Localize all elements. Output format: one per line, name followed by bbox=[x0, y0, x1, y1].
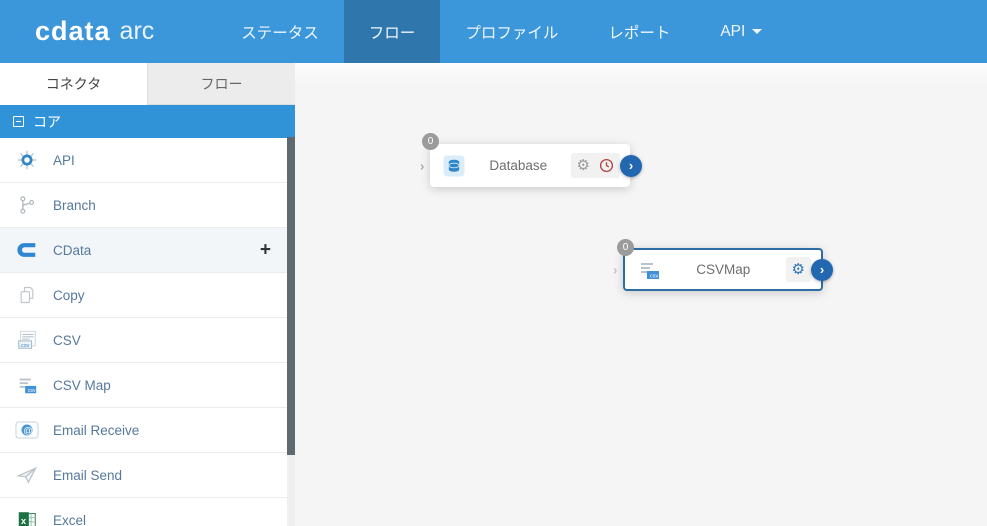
connector-label: CSV Map bbox=[53, 377, 111, 393]
connector-label: Email Receive bbox=[53, 422, 140, 438]
csv-map-icon: csv bbox=[637, 258, 661, 282]
database-icon bbox=[442, 154, 466, 178]
nav-item-flow[interactable]: フロー bbox=[343, 0, 441, 63]
nav-item-label: API bbox=[720, 22, 746, 40]
nav-item-status[interactable]: ステータス bbox=[216, 0, 344, 63]
connector-label: Copy bbox=[53, 287, 85, 303]
node-output-button[interactable]: › bbox=[811, 258, 833, 281]
connector-item-excel[interactable]: x Excel bbox=[0, 498, 287, 526]
sidebar: コネクタ フロー コア API Branch CData + Copy .csv… bbox=[0, 63, 295, 526]
nav-item-report[interactable]: レポート bbox=[583, 0, 695, 63]
nav-item-label: プロファイル bbox=[465, 24, 559, 42]
sidebar-scrollbar-track[interactable] bbox=[287, 137, 295, 526]
tab-flow[interactable]: フロー bbox=[148, 63, 295, 105]
connector-list: API Branch CData + Copy .csv CSV csv CSV… bbox=[0, 138, 287, 526]
flow-node-database[interactable]: 0 › Database ⚙ › bbox=[420, 133, 642, 187]
connector-item-cdata[interactable]: CData + bbox=[0, 228, 287, 273]
sidebar-section-core[interactable]: コア bbox=[0, 105, 295, 138]
node-title: CSVMap bbox=[696, 262, 751, 277]
nav-item-profile[interactable]: プロファイル bbox=[440, 0, 583, 63]
connector-label: Email Send bbox=[53, 467, 123, 483]
message-count-badge: 0 bbox=[617, 239, 634, 256]
connector-item-copy[interactable]: Copy bbox=[0, 273, 287, 318]
flow-canvas[interactable]: 0 › Database ⚙ › 0 › csv CSVMap ⚙ › bbox=[295, 63, 987, 526]
svg-text:csv: csv bbox=[28, 388, 36, 394]
connector-item-csv[interactable]: .csv CSV bbox=[0, 318, 287, 363]
cdata-logo-icon bbox=[14, 238, 40, 262]
copy-documents-icon bbox=[14, 283, 40, 307]
top-navbar: cdata arc ステータス フロー プロファイル レポート API bbox=[0, 0, 987, 63]
sidebar-tabs: コネクタ フロー bbox=[0, 63, 295, 105]
nav-item-label: ステータス bbox=[241, 24, 319, 42]
flow-node-csvmap[interactable]: 0 › csv CSVMap ⚙ › bbox=[613, 239, 833, 291]
email-receive-icon: @ bbox=[14, 418, 40, 442]
svg-text:@: @ bbox=[23, 426, 33, 437]
csv-map-icon: csv bbox=[14, 373, 40, 397]
connector-label: Excel bbox=[53, 512, 87, 526]
node-input-chevron-icon: › bbox=[613, 262, 618, 277]
connector-label: API bbox=[53, 152, 75, 168]
section-label: コア bbox=[33, 113, 61, 130]
email-send-icon bbox=[14, 463, 40, 487]
svg-text:.csv: .csv bbox=[20, 343, 30, 349]
tab-connectors[interactable]: コネクタ bbox=[0, 63, 148, 105]
connector-item-email-send[interactable]: Email Send bbox=[0, 453, 287, 498]
message-count-badge: 0 bbox=[422, 133, 439, 150]
svg-text:csv: csv bbox=[650, 273, 659, 279]
connector-item-api[interactable]: API bbox=[0, 138, 287, 183]
node-action-panel: ⚙ bbox=[785, 257, 811, 282]
add-cdata-connector-button[interactable]: + bbox=[260, 241, 271, 260]
nav-item-api-dropdown[interactable]: API bbox=[695, 0, 787, 63]
connector-item-email-receive[interactable]: @ Email Receive bbox=[0, 408, 287, 453]
nav-menu: ステータス フロー プロファイル レポート API bbox=[216, 0, 787, 63]
node-input-chevron-icon: › bbox=[420, 158, 425, 173]
node-output-button[interactable]: › bbox=[620, 154, 642, 177]
node-action-panel: ⚙ bbox=[570, 153, 620, 178]
nav-item-label: フロー bbox=[368, 24, 416, 42]
connector-label: CData bbox=[53, 242, 92, 258]
sidebar-scrollbar-thumb[interactable] bbox=[287, 137, 295, 455]
connector-item-branch[interactable]: Branch bbox=[0, 183, 287, 228]
api-gear-icon bbox=[14, 148, 40, 172]
collapse-section-icon[interactable] bbox=[13, 116, 24, 127]
connector-label: CSV bbox=[53, 332, 81, 348]
gear-settings-icon[interactable]: ⚙ bbox=[792, 262, 805, 277]
connector-label: Branch bbox=[53, 197, 96, 213]
logo-product-text: arc bbox=[119, 17, 155, 45]
excel-icon: x bbox=[14, 508, 40, 526]
nav-item-label: レポート bbox=[608, 24, 671, 42]
logo-brand-text: cdata bbox=[35, 16, 111, 46]
schedule-error-icon[interactable] bbox=[599, 158, 614, 173]
caret-down-icon bbox=[752, 29, 763, 34]
csv-file-icon: .csv bbox=[14, 328, 40, 352]
git-branch-icon bbox=[14, 193, 40, 217]
connector-item-csv-map[interactable]: csv CSV Map bbox=[0, 363, 287, 408]
node-title: Database bbox=[489, 158, 548, 173]
app-logo[interactable]: cdata arc bbox=[35, 0, 154, 63]
gear-settings-icon[interactable]: ⚙ bbox=[577, 158, 590, 173]
